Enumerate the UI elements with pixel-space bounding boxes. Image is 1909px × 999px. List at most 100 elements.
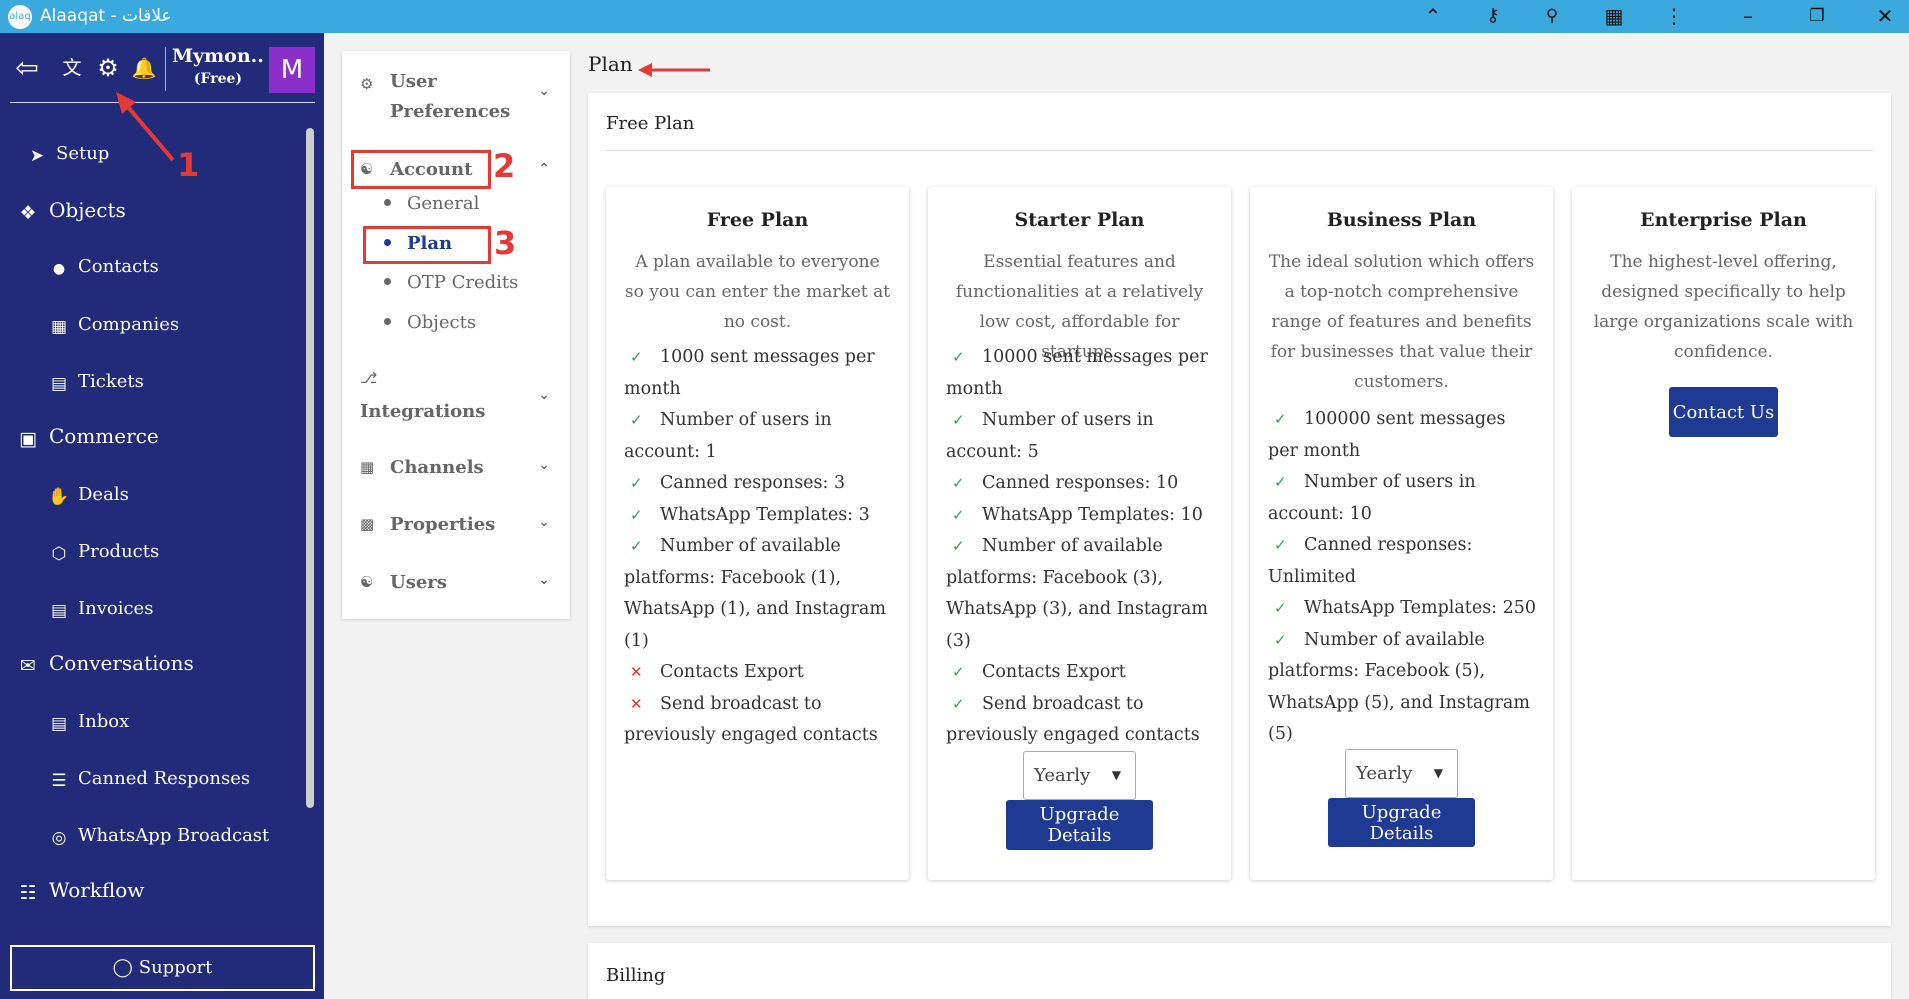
billing-period-select[interactable]: Yearly ▼ [1345, 749, 1458, 798]
settings-nav-label: Users [390, 572, 447, 593]
annotation-box-plan [363, 226, 491, 264]
plan-name: Starter Plan [1014, 209, 1145, 231]
check-icon: ✓ [630, 348, 643, 366]
plan-description: The highest-level offering, designed spe… [1593, 252, 1854, 362]
sidebar-item-tickets[interactable]: ▤ Tickets [0, 364, 305, 404]
plan-name: Business Plan [1326, 209, 1477, 231]
more-vert-icon[interactable]: ⋮ [1660, 2, 1688, 30]
feature-text: Contacts Export [660, 662, 804, 682]
person-icon: ● [52, 261, 66, 277]
feature-text: Number of available platforms: Facebook … [946, 536, 1208, 651]
translate-icon[interactable]: 文 [57, 53, 87, 83]
window-title: Alaaqat - علاقات [40, 6, 172, 26]
ticket-icon: ▤ [50, 374, 68, 394]
chevron-up-icon: ⌃ [538, 161, 550, 177]
collapse-menu-icon[interactable]: ⇦ [12, 53, 42, 83]
sidebar-group-conversations[interactable]: ✉ Conversations [0, 646, 305, 686]
settings-nav-label: Integrations [360, 401, 486, 422]
diamond-grid-icon: ❖ [19, 202, 37, 224]
check-icon: ✓ [952, 694, 965, 713]
chevron-down-icon: ⌄ [538, 387, 550, 403]
billing-card: Billing [588, 943, 1891, 999]
sidebar-item-products[interactable]: ⬡ Products [0, 534, 305, 574]
annotation-number-3: 3 [494, 224, 517, 262]
chevron-down-icon: ⌄ [538, 514, 550, 530]
upgrade-details-button[interactable]: Upgrade Details [1006, 800, 1153, 850]
sub-label: General [407, 193, 480, 214]
sidebar-item-label: Conversations [49, 651, 194, 675]
settings-nav-properties[interactable]: ▩ Properties ⌄ [342, 510, 570, 544]
sliders-icon: ⚙ [360, 75, 374, 93]
feature-text: Canned responses: 3 [660, 473, 846, 493]
billing-period-select[interactable]: Yearly ▼ [1023, 751, 1136, 800]
restore-icon[interactable]: ❐ [1803, 2, 1831, 30]
avatar[interactable]: M [269, 47, 315, 93]
support-label: Support [138, 957, 213, 978]
settings-nav-general[interactable]: General [384, 193, 479, 214]
user-plan: (Free) [193, 71, 243, 87]
sidebar-item-canned-responses[interactable]: ☰ Canned Responses [0, 761, 305, 801]
check-icon: ✓ [1274, 473, 1287, 491]
contact-us-button[interactable]: Contact Us [1669, 387, 1778, 437]
settings-nav-channels[interactable]: ▦ Channels ⌄ [342, 453, 570, 487]
header-divider [165, 47, 166, 91]
sidebar-item-whatsapp-broadcast[interactable]: ◎ WhatsApp Broadcast [0, 818, 305, 858]
sidebar-item-label: Contacts [78, 256, 159, 277]
key-icon[interactable]: ⚷ [1479, 2, 1507, 30]
settings-nav-otp-credits[interactable]: OTP Credits [384, 272, 518, 293]
sidebar-item-inbox[interactable]: ▤ Inbox [0, 704, 305, 744]
plan-card-starter: Starter Plan Essential features and func… [928, 187, 1231, 880]
settings-nav-user-preferences[interactable]: ⚙ User Preferences ⌄ [342, 67, 570, 127]
feature-item: ✓ WhatsApp Templates: 250 [1268, 593, 1540, 625]
plan-features: ✓ 1000 sent messages per month ✓ Number of… [624, 342, 896, 752]
page-title: Plan [588, 52, 633, 76]
chevron-down-icon: ⌄ [538, 457, 550, 473]
free-plan-card: Free Plan Free Plan A plan available to … [588, 93, 1891, 926]
feature-item: ✓ 10000 sent messages per month [946, 342, 1218, 405]
inbox-icon: ▤ [50, 714, 68, 734]
invoice-icon: ▤ [50, 601, 68, 621]
section-title: Free Plan [606, 113, 695, 134]
sidebar-item-label: Objects [49, 198, 126, 222]
check-icon: ✓ [630, 537, 643, 555]
plan-name: Enterprise Plan [1640, 209, 1807, 231]
sidebar-item-label: Canned Responses [78, 768, 251, 789]
settings-nav-label: User Preferences [390, 71, 511, 122]
feature-item: ✓ Number of available platforms: Facebook… [1268, 625, 1540, 751]
chevron-up-icon[interactable]: ⌃ [1419, 2, 1447, 30]
upgrade-details-button[interactable]: Upgrade Details [1328, 798, 1475, 847]
check-icon: ✓ [952, 505, 965, 524]
book-icon: ▩ [360, 515, 375, 533]
sitemap-icon: ☷ [19, 882, 37, 904]
check-icon: ✓ [630, 474, 643, 492]
close-icon[interactable]: ✕ [1871, 2, 1899, 30]
sidebar-group-workflow[interactable]: ☷ Workflow [0, 873, 305, 913]
sidebar-item-contacts[interactable]: ● Contacts [0, 249, 305, 289]
user-info[interactable]: Mymon... (Free) [172, 45, 264, 87]
support-button[interactable]: ◯ Support [10, 945, 315, 991]
sidebar-item-deals[interactable]: ✋ Deals [0, 477, 305, 517]
feature-text: 10000 sent messages per month [946, 347, 1208, 399]
sidebar-item-label: WhatsApp Broadcast [78, 825, 270, 846]
sidebar-item-invoices[interactable]: ▤ Invoices [0, 591, 305, 631]
feature-text: WhatsApp Templates: 3 [660, 504, 870, 525]
sidebar-scrollbar[interactable] [306, 128, 314, 808]
gear-icon[interactable]: ⚙ [93, 53, 123, 83]
settings-nav-objects[interactable]: Objects [384, 312, 476, 333]
settings-nav-integrations[interactable]: ⎇ Integrations ⌄ [342, 367, 570, 427]
sidebar-item-companies[interactable]: ▦ Companies [0, 307, 305, 347]
billing-title: Billing [606, 965, 666, 986]
extension-icon[interactable]: ▦ [1600, 2, 1628, 30]
select-value: Yearly [1356, 763, 1413, 784]
sidebar-group-objects[interactable]: ❖ Objects [0, 193, 305, 233]
sidebar-group-commerce[interactable]: ▣ Commerce [0, 419, 305, 459]
search-icon[interactable]: ⚲ [1538, 2, 1566, 30]
check-icon: ✓ [952, 474, 965, 492]
settings-nav-users[interactable]: ☯ Users ⌄ [342, 568, 570, 602]
annotation-box-account [351, 150, 491, 189]
bell-icon[interactable]: 🔔 [129, 53, 159, 83]
minimize-icon[interactable]: – [1734, 2, 1762, 30]
feature-item: ✕ Contacts Export [624, 657, 896, 689]
check-icon: ✓ [1274, 599, 1287, 617]
bullet [384, 198, 391, 206]
